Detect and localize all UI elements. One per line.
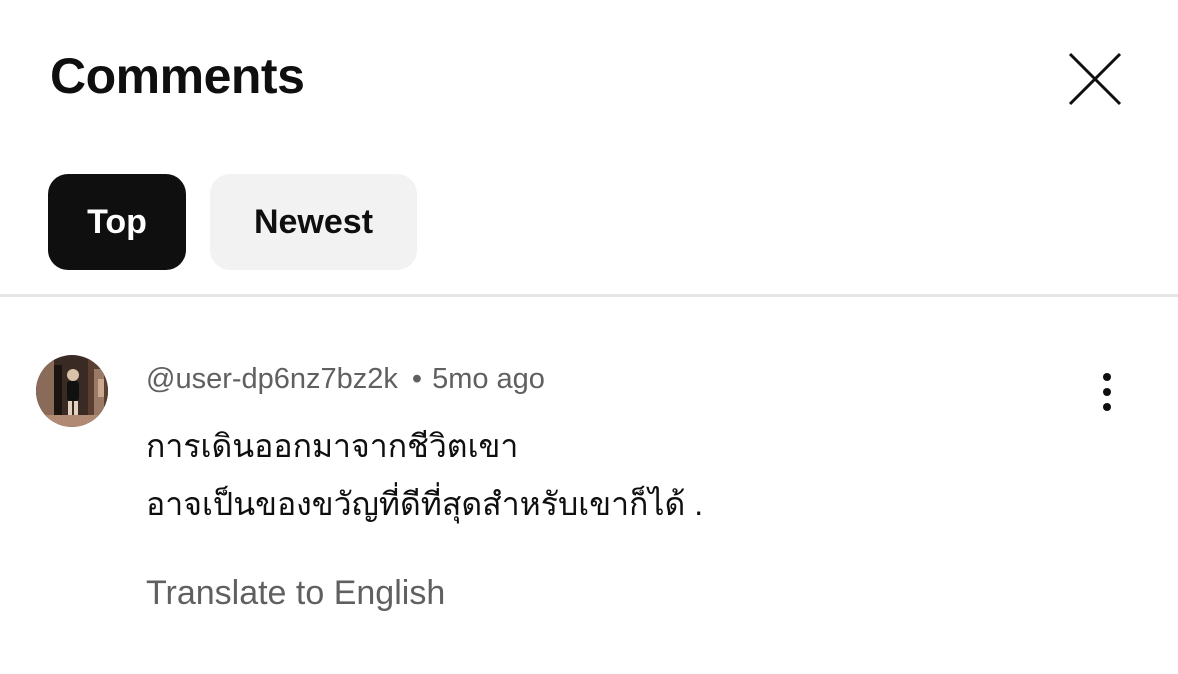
comment-action-menu-button[interactable] (1082, 367, 1132, 417)
comment-author[interactable]: @user-dp6nz7bz2k (146, 363, 398, 395)
comments-header: Comments (0, 0, 1178, 150)
avatar-image (36, 355, 108, 427)
close-button[interactable] (1058, 42, 1132, 116)
chip-top[interactable]: Top (48, 174, 186, 270)
chip-newest[interactable]: Newest (210, 174, 417, 270)
comment-time[interactable]: 5mo ago (432, 363, 545, 395)
avatar[interactable] (36, 355, 108, 427)
page-title: Comments (50, 48, 305, 104)
comment-text-line: การเดินออกมาจากชีวิตเขา (146, 428, 519, 464)
comment-item: @user-dp6nz7bz2k • 5mo ago การเดินออกมาจาก… (0, 297, 1178, 674)
translate-link[interactable]: Translate to English (146, 573, 445, 613)
meta-separator: • (411, 363, 423, 395)
comment-meta: @user-dp6nz7bz2k • 5mo ago (146, 361, 545, 397)
sort-chips: Top Newest (48, 174, 417, 270)
comment-text-line: อาจเป็นของขวัญที่ดีที่สุดสำหรับเขาก็ได้ … (146, 486, 704, 522)
close-icon (1068, 52, 1122, 106)
more-vertical-icon (1103, 373, 1111, 411)
comment-text: การเดินออกมาจากชีวิตเขา อาจเป็นของขวัญที… (146, 417, 1046, 533)
